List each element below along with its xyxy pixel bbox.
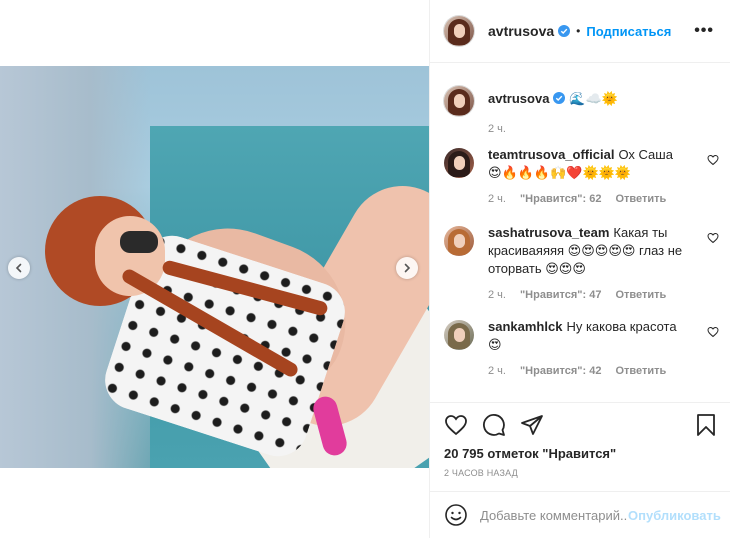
reply-button[interactable]: Ответить (615, 190, 666, 208)
heart-icon[interactable] (707, 154, 719, 166)
comment-time: 2 ч. (488, 193, 506, 205)
like-count[interactable]: 20 795 отметок "Нравится" (444, 446, 616, 461)
more-options-icon[interactable]: ••• (694, 22, 714, 40)
comment-input[interactable] (480, 507, 628, 523)
avatar[interactable] (444, 226, 474, 256)
comment-likes[interactable]: "Нравится": 47 (520, 286, 601, 304)
comment-time: 2 ч. (488, 365, 506, 377)
chevron-left-icon (15, 263, 22, 273)
reply-button[interactable]: Ответить (615, 286, 666, 304)
media-area (0, 0, 429, 538)
comment-text-line2: 😍🔥🔥🔥🙌❤️🌞🌞🌞 (488, 165, 632, 180)
post-actions: 20 795 отметок "Нравится" 2 часов назад (430, 402, 730, 497)
separator: • (576, 24, 581, 38)
post-header: avtrusova • Подписаться ••• (430, 0, 730, 63)
comment-likes[interactable]: "Нравится": 62 (520, 190, 601, 208)
avatar[interactable] (444, 320, 474, 350)
post-username[interactable]: avtrusova (488, 23, 554, 39)
comment-text-line2: 😍 (488, 337, 502, 352)
comments-list[interactable]: avtrusova 🌊☁️🌞 2 ч. teamtrusova_official О… (430, 64, 730, 401)
carousel-next-button[interactable] (396, 257, 418, 279)
avatar[interactable] (444, 148, 474, 178)
comment-username[interactable]: sankamhlck (488, 319, 562, 334)
share-icon[interactable] (520, 413, 544, 437)
comment-item: teamtrusova_official Ох Саша 😍🔥🔥🔥🙌❤️🌞🌞🌞 2… (444, 146, 719, 208)
comment-item: sankamhlck Ну какова красота 😍 2 ч. "Нрав… (444, 318, 719, 380)
comment-item: sashatrusova_team Какая ты красиваяяяя 😍😍… (444, 224, 719, 304)
smile-icon[interactable] (444, 503, 468, 527)
post-photo[interactable] (0, 66, 429, 468)
reply-button[interactable]: Ответить (615, 362, 666, 380)
comment-username[interactable]: sashatrusova_team (488, 225, 609, 240)
caption-username[interactable]: avtrusova (488, 91, 549, 106)
caption: avtrusova 🌊☁️🌞 2 ч. (444, 84, 719, 138)
comment-text: Ну какова красота (566, 319, 677, 334)
post-time: 2 часов назад (444, 468, 518, 478)
caption-text: 🌊☁️🌞 (569, 91, 618, 106)
comment-text: Ох Саша (618, 147, 673, 162)
carousel-prev-button[interactable] (8, 257, 30, 279)
avatar[interactable] (444, 16, 474, 46)
comment-icon[interactable] (482, 413, 506, 437)
add-comment-bar: Опубликовать (430, 491, 730, 538)
avatar[interactable] (444, 86, 474, 116)
comment-username[interactable]: teamtrusova_official (488, 147, 614, 162)
heart-icon[interactable] (707, 326, 719, 338)
heart-icon[interactable] (707, 232, 719, 244)
chevron-right-icon (404, 263, 411, 273)
publish-button[interactable]: Опубликовать (628, 508, 721, 523)
post-side-panel: avtrusova • Подписаться ••• avtrusova 🌊☁️… (429, 0, 730, 538)
caption-time: 2 ч. (488, 123, 506, 135)
verified-icon (553, 92, 566, 104)
comment-likes[interactable]: "Нравится": 42 (520, 362, 601, 380)
comment-time: 2 ч. (488, 289, 506, 301)
bookmark-icon[interactable] (694, 413, 718, 437)
follow-button[interactable]: Подписаться (586, 24, 671, 39)
verified-icon (558, 25, 571, 37)
heart-icon[interactable] (444, 413, 468, 437)
